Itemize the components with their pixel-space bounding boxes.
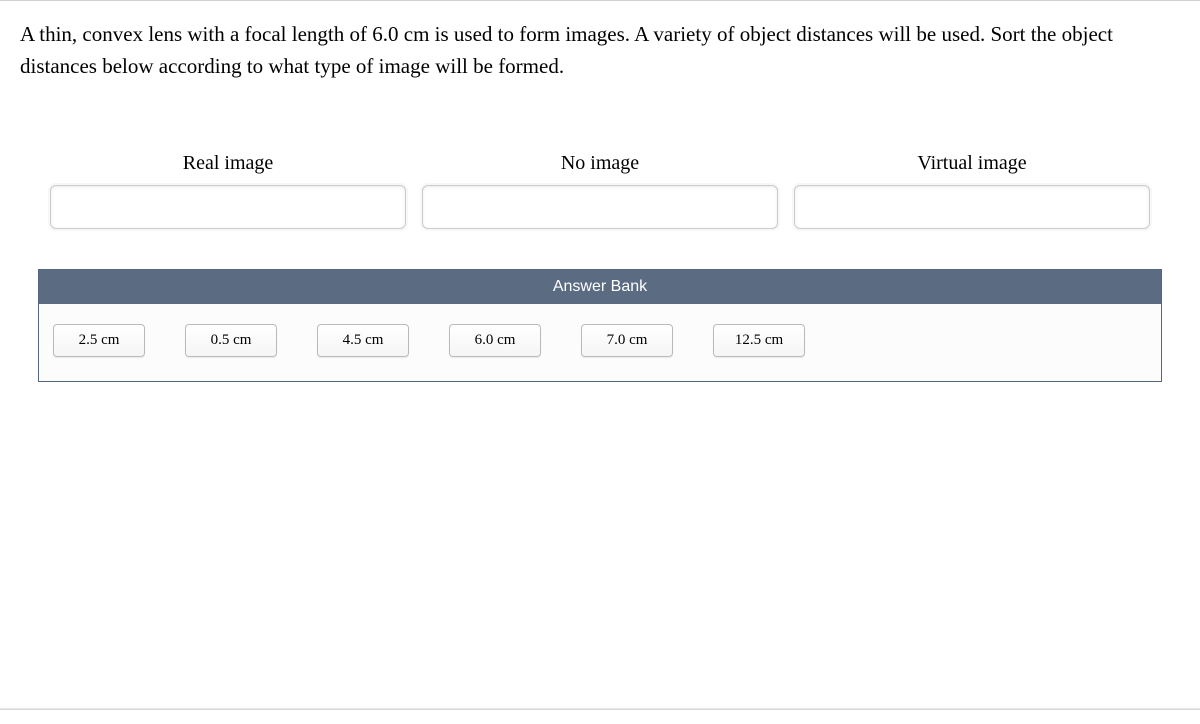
category-real-image: Real image xyxy=(50,152,406,229)
answer-chip[interactable]: 4.5 cm xyxy=(317,324,409,357)
answer-bank: Answer Bank 2.5 cm 0.5 cm 4.5 cm 6.0 cm … xyxy=(38,269,1162,382)
answer-chip[interactable]: 7.0 cm xyxy=(581,324,673,357)
answer-chip[interactable]: 12.5 cm xyxy=(713,324,805,357)
drop-zone-no-image[interactable] xyxy=(422,185,778,229)
answer-chip[interactable]: 6.0 cm xyxy=(449,324,541,357)
category-virtual-image: Virtual image xyxy=(794,152,1150,229)
question-content: A thin, convex lens with a focal length … xyxy=(0,1,1200,382)
answer-chip[interactable]: 2.5 cm xyxy=(53,324,145,357)
category-label: Real image xyxy=(183,152,274,175)
category-label: Virtual image xyxy=(917,152,1026,175)
category-no-image: No image xyxy=(422,152,778,229)
drop-zone-virtual-image[interactable] xyxy=(794,185,1150,229)
drop-zone-real-image[interactable] xyxy=(50,185,406,229)
categories-row: Real image No image Virtual image xyxy=(20,152,1180,229)
bottom-divider xyxy=(0,708,1200,710)
question-text: A thin, convex lens with a focal length … xyxy=(20,19,1180,82)
answer-bank-title: Answer Bank xyxy=(39,270,1161,304)
category-label: No image xyxy=(561,152,639,175)
answer-chip[interactable]: 0.5 cm xyxy=(185,324,277,357)
answer-bank-body: 2.5 cm 0.5 cm 4.5 cm 6.0 cm 7.0 cm 12.5 … xyxy=(39,304,1161,381)
